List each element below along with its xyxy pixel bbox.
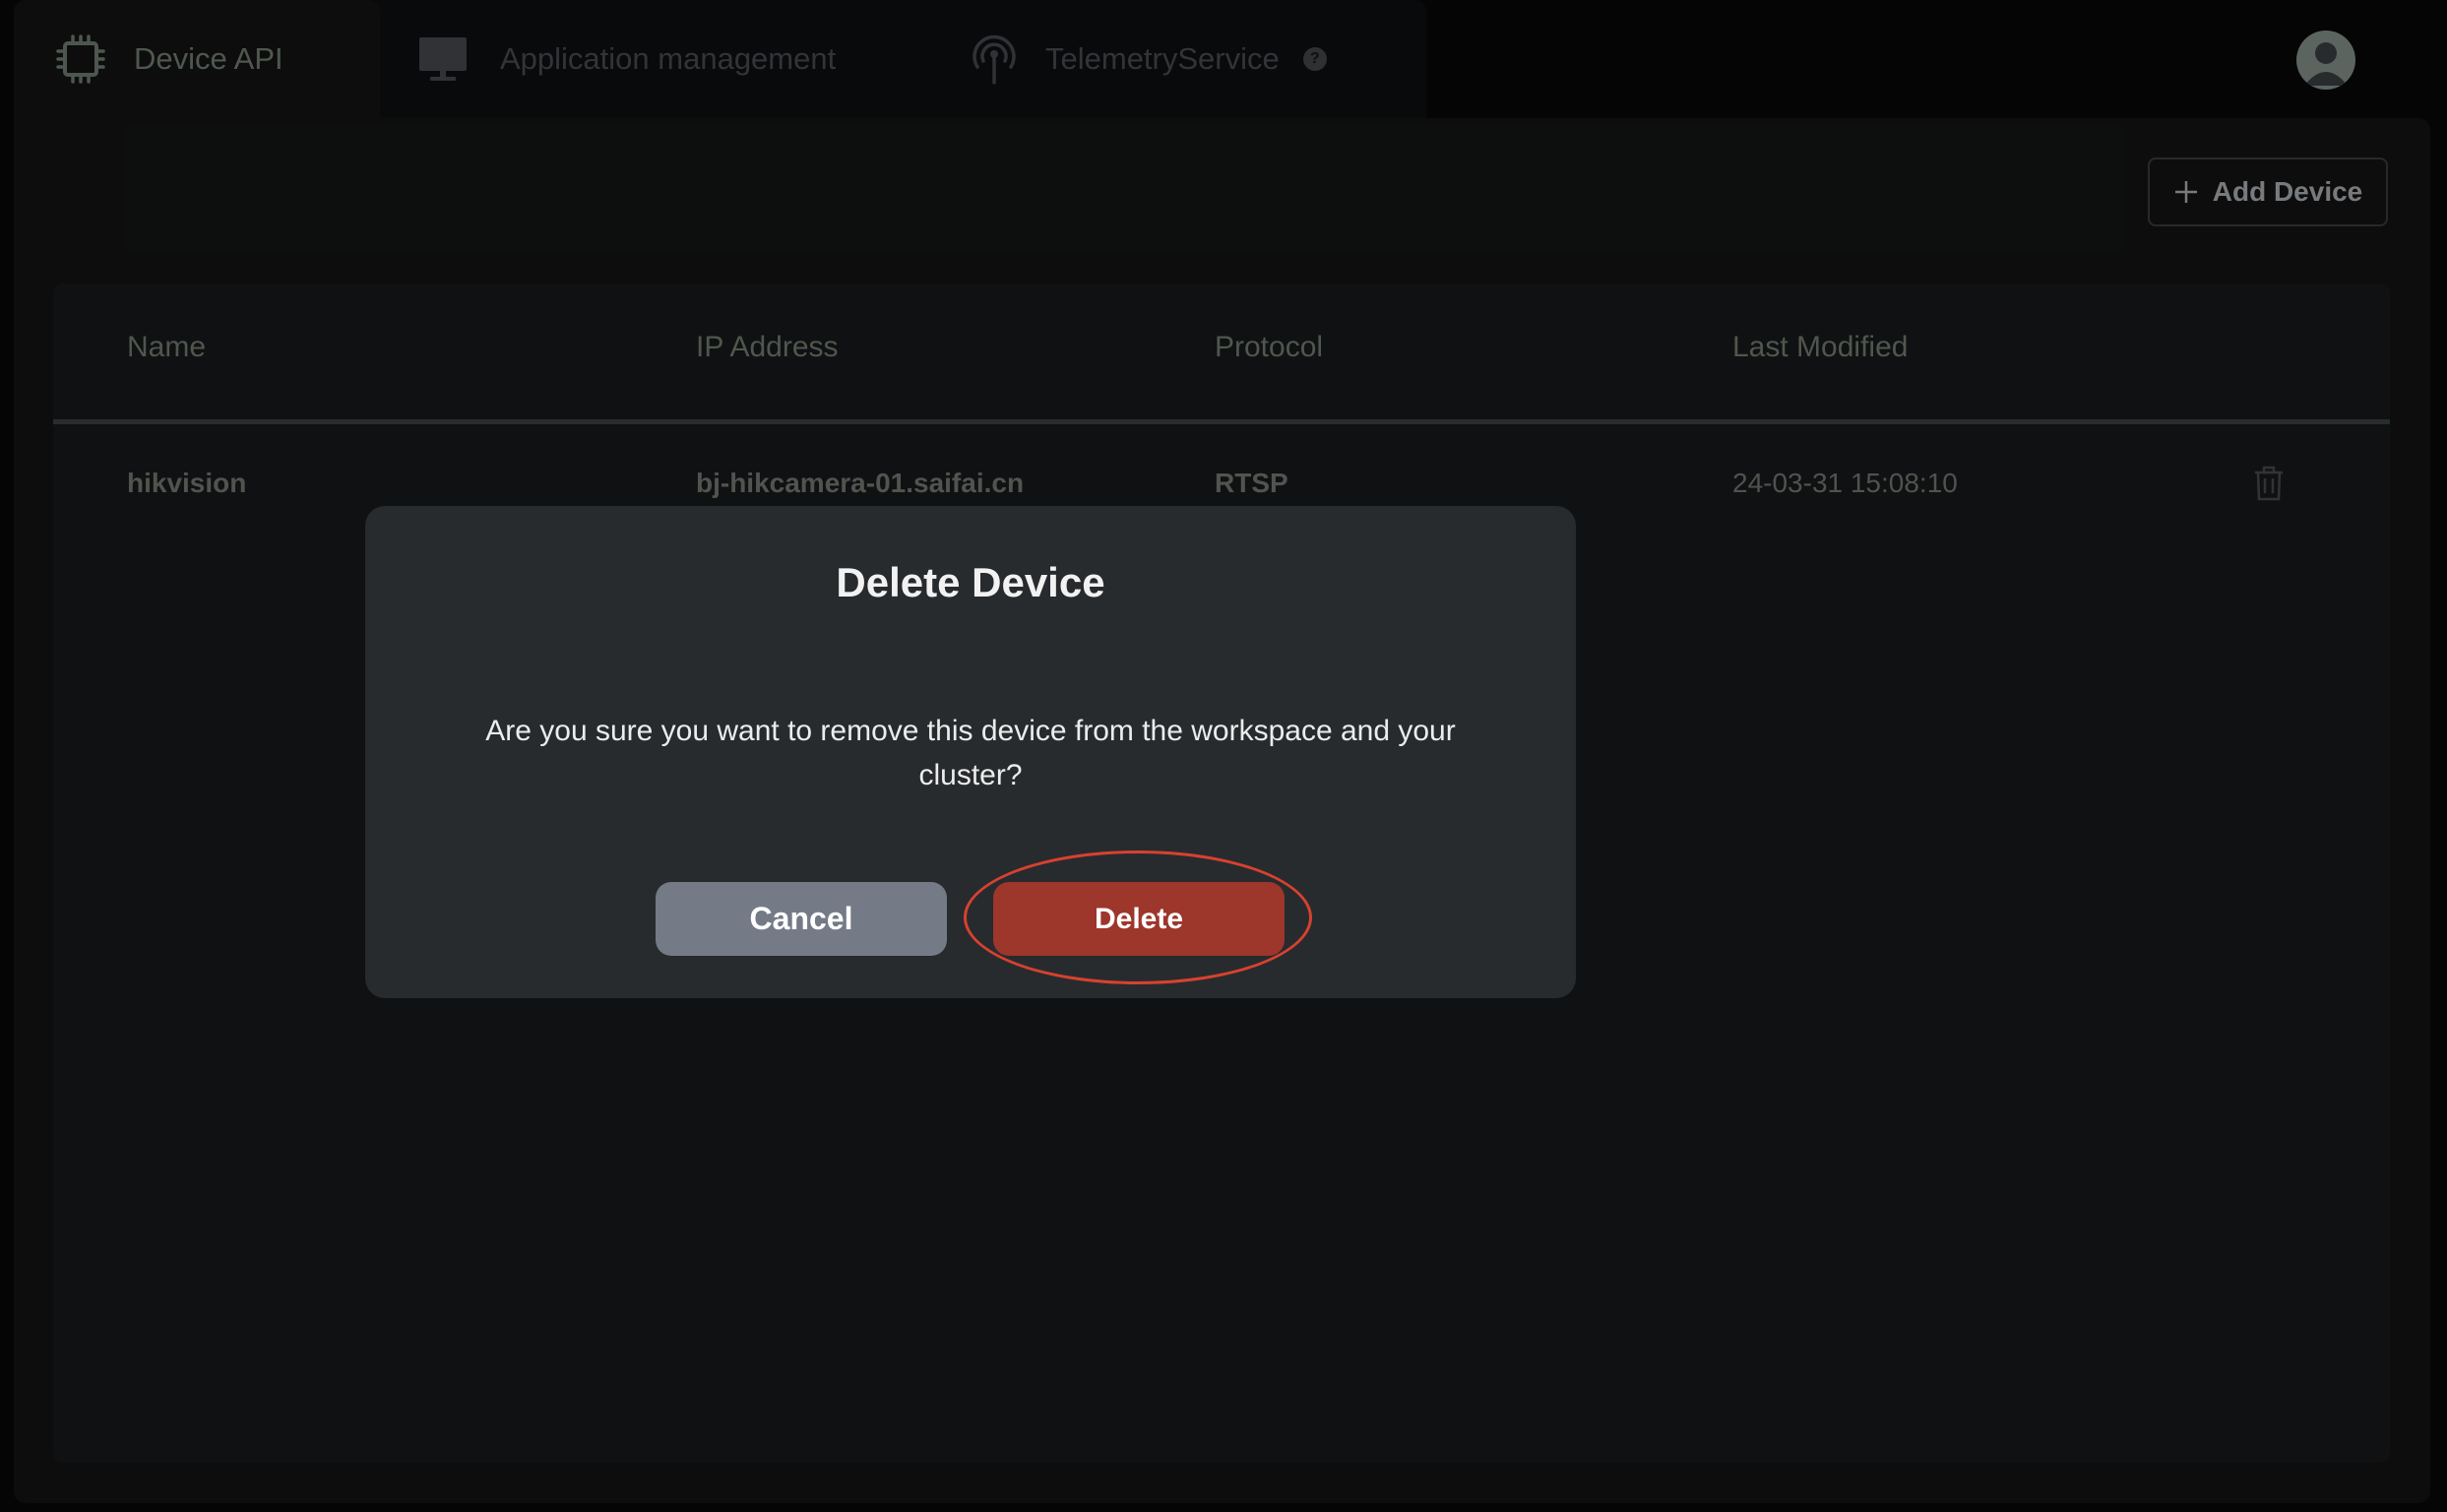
delete-button[interactable]: Delete	[993, 882, 1285, 956]
dialog-message: Are you sure you want to remove this dev…	[485, 715, 1456, 791]
cancel-button[interactable]: Cancel	[656, 882, 947, 956]
app-window: Device API Application management Teleme…	[0, 0, 2447, 1512]
dialog-title: Delete Device	[836, 559, 1105, 605]
delete-device-dialog: Delete Device Are you sure you want to r…	[365, 506, 1576, 998]
